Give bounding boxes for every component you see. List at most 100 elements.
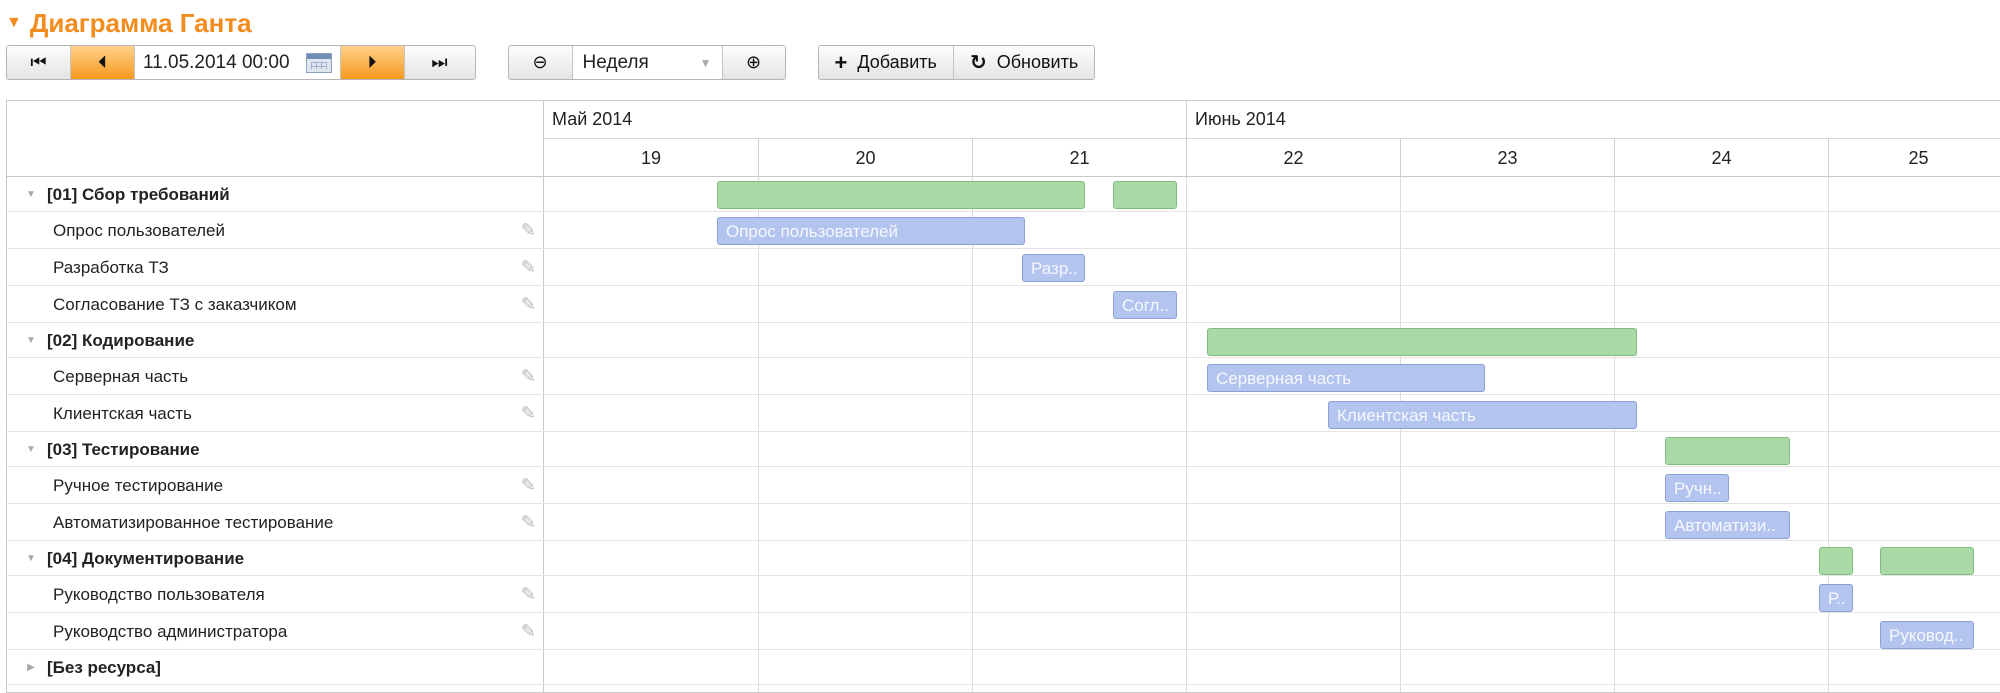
row-divider — [7, 540, 2000, 541]
zoom-in-button[interactable]: ⊕ — [722, 46, 785, 79]
task-label: Серверная часть — [53, 366, 189, 386]
task-bar[interactable]: Согл.. — [1113, 291, 1177, 319]
task-row[interactable]: Руководство пользователя ✎ — [7, 576, 544, 613]
collapse-triangle-icon[interactable]: ▼ — [21, 444, 41, 455]
task-bar[interactable]: Ручн.. — [1665, 474, 1729, 502]
panel-title[interactable]: ▼ Диаграмма Ганта — [6, 7, 252, 39]
edit-pencil-icon[interactable]: ✎ — [521, 366, 536, 387]
task-row[interactable]: Ручное тестирование ✎ — [7, 467, 544, 504]
collapse-triangle-icon[interactable]: ▼ — [21, 189, 41, 200]
zoom-controls: ⊖ Неделя ▼ ⊕ — [507, 45, 786, 80]
week-header: 19 20 21 22 23 24 25 — [544, 139, 2000, 177]
edit-pencil-icon[interactable]: ✎ — [521, 621, 536, 642]
add-label: Добавить — [857, 52, 937, 72]
task-bar[interactable]: Автоматизи.. — [1665, 511, 1790, 539]
zoom-in-icon: ⊕ — [745, 52, 762, 72]
task-row[interactable]: Клиентская часть ✎ — [7, 395, 544, 432]
grid-line — [1614, 177, 1615, 692]
date-input[interactable]: 11.05.2014 00:00 — [135, 46, 341, 79]
collapse-triangle-icon[interactable]: ▼ — [21, 553, 41, 564]
week-24: 24 — [1614, 139, 1828, 177]
task-label: Согласование ТЗ с заказчиком — [53, 294, 297, 314]
skip-last-icon: ⏭ — [431, 52, 448, 72]
calendar-icon[interactable] — [305, 52, 332, 73]
skip-first-icon: ⏮ — [30, 52, 47, 72]
task-label: Клиентская часть — [53, 403, 192, 423]
row-divider — [7, 503, 2000, 504]
task-row[interactable]: Опрос пользователей ✎ — [7, 212, 544, 249]
expand-triangle-icon[interactable]: ▶ — [21, 662, 41, 673]
week-20: 20 — [758, 139, 972, 177]
grid-line — [1400, 177, 1401, 692]
refresh-icon: ↻ — [969, 52, 987, 74]
gantt-chart: ▼ [01] Сбор требований Опрос пользователей… — [6, 100, 2000, 693]
task-row[interactable]: Руководство администратора ✎ — [7, 613, 544, 650]
collapse-triangle-icon[interactable]: ▼ — [21, 335, 41, 346]
task-bar[interactable]: Серверная часть — [1207, 364, 1485, 392]
go-first-button[interactable]: ⏮ — [7, 46, 71, 79]
summary-bar[interactable] — [717, 181, 1085, 209]
edit-pencil-icon[interactable]: ✎ — [521, 294, 536, 315]
task-row[interactable]: Серверная часть ✎ — [7, 358, 544, 395]
group-row[interactable]: ▼ [01] Сбор требований — [7, 177, 544, 212]
row-divider — [7, 612, 2000, 613]
group-row[interactable]: ▼ [02] Кодирование — [7, 323, 544, 358]
task-row[interactable]: Автоматизированное тестирование ✎ — [7, 504, 544, 541]
week-22: 22 — [1186, 139, 1400, 177]
refresh-label: Обновить — [996, 52, 1079, 72]
go-last-button[interactable]: ⏭ — [404, 46, 475, 79]
task-bar[interactable]: Клиентская часть — [1328, 401, 1637, 429]
add-button[interactable]: + Добавить — [818, 46, 954, 79]
edit-pencil-icon[interactable]: ✎ — [521, 475, 536, 496]
edit-pencil-icon[interactable]: ✎ — [521, 512, 536, 533]
task-row[interactable]: Согласование ТЗ с заказчиком ✎ — [7, 286, 544, 323]
edit-pencil-icon[interactable]: ✎ — [521, 403, 536, 424]
scale-select[interactable]: Неделя ▼ — [572, 46, 723, 79]
summary-bar[interactable] — [1819, 547, 1853, 575]
summary-bar[interactable] — [1113, 181, 1177, 209]
task-bar[interactable]: Разр.. — [1022, 254, 1085, 282]
group-row[interactable]: ▼ [03] Тестирование — [7, 432, 544, 467]
resource-header — [7, 101, 543, 177]
zoom-out-button[interactable]: ⊖ — [508, 46, 573, 79]
go-next-button[interactable]: ⏵ — [340, 46, 405, 79]
summary-bar[interactable] — [1665, 437, 1790, 465]
task-row[interactable]: Разработка ТЗ ✎ — [7, 249, 544, 286]
resource-list: ▼ [01] Сбор требований Опрос пользователей… — [7, 101, 544, 692]
summary-bar[interactable] — [1207, 328, 1637, 356]
row-divider — [7, 322, 2000, 323]
step-forward-icon: ⏵ — [367, 52, 377, 72]
row-divider — [7, 684, 2000, 685]
task-bar[interactable]: Опрос пользователей — [717, 217, 1025, 245]
refresh-button[interactable]: ↻ Обновить — [953, 46, 1095, 79]
timeline: Май 2014 Июнь 2014 19 20 21 22 23 24 25 … — [544, 101, 2000, 692]
page-title: Диаграмма Ганта — [29, 7, 252, 38]
group-row[interactable]: ▶ [Без ресурса] — [7, 650, 544, 685]
row-divider — [7, 285, 2000, 286]
grid-line — [1186, 177, 1187, 692]
group-label: [03] Тестирование — [47, 439, 200, 459]
go-previous-button[interactable]: ⏴ — [71, 46, 135, 79]
group-row[interactable]: ▼ [04] Документирование — [7, 541, 544, 576]
month-header: Май 2014 Июнь 2014 — [544, 101, 2000, 139]
collapse-triangle-icon[interactable]: ▼ — [6, 15, 22, 31]
week-19: 19 — [640, 148, 662, 168]
task-bar[interactable]: Руковод.. — [1880, 621, 1974, 649]
task-label: Автоматизированное тестирование — [53, 512, 334, 532]
zoom-out-icon: ⊖ — [532, 52, 548, 72]
grid-line — [972, 177, 973, 692]
summary-bar[interactable] — [1880, 547, 1974, 575]
edit-pencil-icon[interactable]: ✎ — [521, 220, 536, 241]
week-21: 21 — [972, 139, 1186, 177]
task-bar[interactable]: Р.. — [1819, 584, 1853, 612]
grid-line — [1828, 177, 1829, 692]
row-divider — [7, 211, 2000, 212]
edit-pencil-icon[interactable]: ✎ — [521, 257, 536, 278]
row-divider — [7, 394, 2000, 395]
edit-pencil-icon[interactable]: ✎ — [521, 584, 536, 605]
row-divider — [7, 466, 2000, 467]
group-label: [01] Сбор требований — [47, 184, 230, 204]
group-label: [02] Кодирование — [47, 330, 195, 350]
task-label: Руководство пользователя — [53, 584, 265, 604]
month-may: Май 2014 — [552, 109, 633, 129]
